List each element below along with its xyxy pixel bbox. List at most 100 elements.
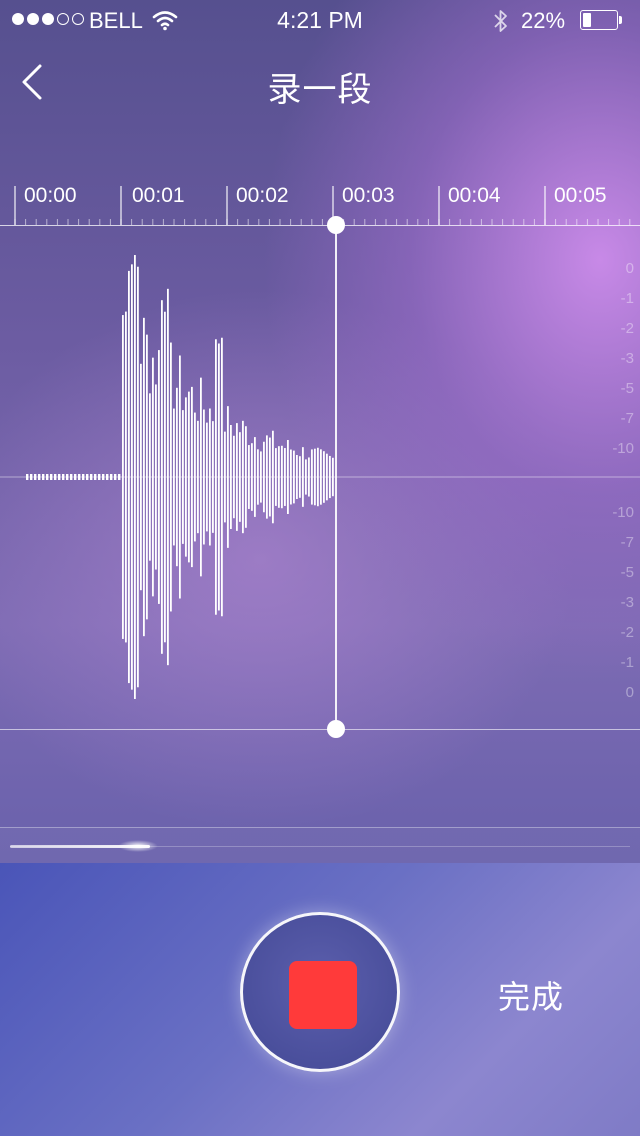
waveform-bar: [143, 317, 145, 637]
done-button[interactable]: 完成: [498, 972, 564, 1018]
waveform-bar: [110, 474, 113, 480]
timeline-ruler[interactable]: 00:00 00:01 00:02 00:03 00:04 00:05: [0, 180, 640, 230]
db-label-top-3: -3: [620, 350, 634, 367]
waveform-bar: [275, 448, 277, 506]
waveform-bar: [137, 266, 139, 688]
page-title: 录一段: [267, 71, 373, 109]
waveform-bar: [221, 337, 223, 617]
bluetooth-icon: [494, 10, 507, 32]
waveform-bar: [236, 423, 238, 531]
waveform-bar: [179, 355, 181, 599]
timeline-label-1: 00:01: [132, 184, 185, 207]
waveform-bar: [233, 435, 235, 519]
timeline-label-5: 00:05: [554, 184, 607, 207]
waveform-bar: [200, 377, 202, 577]
waveform-bar: [54, 474, 57, 480]
waveform-bar: [305, 459, 307, 495]
waveform-bar: [146, 334, 148, 620]
waveform-bar: [70, 474, 73, 480]
waveform-bar: [326, 453, 328, 501]
recorder-screen: BELL 4:21 PM 22% 录一段 00:00 00:01 00:02 0…: [0, 0, 640, 1136]
db-label-bottom-5: -1: [620, 654, 634, 671]
waveform-bar: [167, 288, 169, 666]
waveform-bar: [245, 426, 247, 528]
waveform-bar: [173, 408, 175, 546]
timeline-ticks: [14, 186, 631, 225]
timeline-label-2: 00:02: [236, 184, 289, 207]
waveform-bar: [134, 255, 136, 699]
db-label-top-0: 0: [625, 260, 634, 277]
waveform-bar: [155, 384, 157, 570]
waveform-bar: [266, 435, 268, 519]
overview-position-glow: [118, 840, 158, 852]
waveform-bar: [254, 437, 256, 517]
db-label-top-6: -10: [612, 440, 634, 457]
waveform-bar: [176, 387, 178, 567]
db-label-top-4: -5: [620, 380, 634, 397]
waveform-bar: [209, 408, 211, 546]
waveform-bar: [125, 311, 127, 643]
waveform-bar: [191, 386, 193, 568]
waveform-bar: [296, 454, 298, 500]
waveform-bar: [269, 437, 271, 517]
timeline-label-3: 00:03: [342, 184, 395, 207]
db-label-top-2: -2: [620, 320, 634, 337]
db-label-bottom-4: -2: [620, 624, 634, 641]
waveform-bar: [287, 440, 289, 514]
timeline-label-4: 00:04: [448, 184, 501, 207]
db-label-bottom-0: -10: [612, 504, 634, 521]
waveform-bar: [302, 447, 304, 507]
waveform-bar: [314, 448, 316, 506]
waveform-bar: [224, 431, 226, 523]
waveform-bar: [106, 474, 109, 480]
waveform-bar: [74, 474, 77, 480]
waveform-bar: [227, 406, 229, 548]
waveform-bar: [94, 474, 97, 480]
timeline-label-0: 00:00: [24, 184, 77, 207]
battery-percentage: 22%: [521, 8, 566, 33]
waveform-bar: [82, 474, 85, 480]
waveform-bar: [182, 410, 184, 544]
waveform-bar: [185, 397, 187, 557]
waveform-bar: [50, 474, 53, 480]
battery-icon: [580, 10, 624, 30]
waveform-bar: [122, 315, 124, 639]
db-label-top-1: -1: [620, 290, 634, 307]
waveform-bar: [26, 474, 29, 480]
waveform-bar: [118, 474, 121, 480]
waveform-bar: [58, 474, 61, 480]
waveform-bar: [114, 474, 117, 480]
waveform-bar: [158, 350, 160, 604]
waveform-bar: [46, 474, 49, 480]
waveform-bar: [170, 342, 172, 612]
waveform-bar: [42, 474, 45, 480]
waveform-bar: [251, 443, 253, 511]
waveform-bar: [329, 455, 331, 499]
waveform-bar: [260, 451, 262, 503]
waveform-bar: [128, 270, 130, 684]
waveform-bar: [203, 409, 205, 545]
waveform-bar: [98, 474, 101, 480]
waveform-bottom-divider: [0, 729, 640, 730]
overview-scrubber[interactable]: [0, 827, 640, 864]
record-stop-button[interactable]: [240, 912, 400, 1072]
waveform-bar: [30, 474, 33, 480]
waveform-bar: [218, 343, 220, 611]
waveform-bar: [188, 391, 190, 563]
stop-icon: [289, 961, 357, 1029]
waveform-area[interactable]: 0 -1 -2 -3 -5 -7 -10 -10 -7 -5 -3 -2 -1 …: [0, 225, 640, 730]
waveform-bar: [152, 357, 154, 597]
waveform-bar: [149, 393, 151, 561]
waveform-bar: [215, 339, 217, 615]
db-label-top-5: -7: [620, 410, 634, 427]
waveform-bar: [212, 421, 214, 533]
waveform-bar: [34, 474, 37, 480]
db-label-bottom-3: -3: [620, 594, 634, 611]
waveform-bar: [161, 300, 163, 654]
waveform-bar: [164, 311, 166, 643]
status-bar: BELL 4:21 PM 22%: [0, 0, 640, 40]
waveform-bar: [242, 420, 244, 534]
waveform-bar: [284, 448, 286, 506]
playhead-handle-top[interactable]: [327, 216, 345, 234]
waveform-bar: [102, 474, 105, 480]
